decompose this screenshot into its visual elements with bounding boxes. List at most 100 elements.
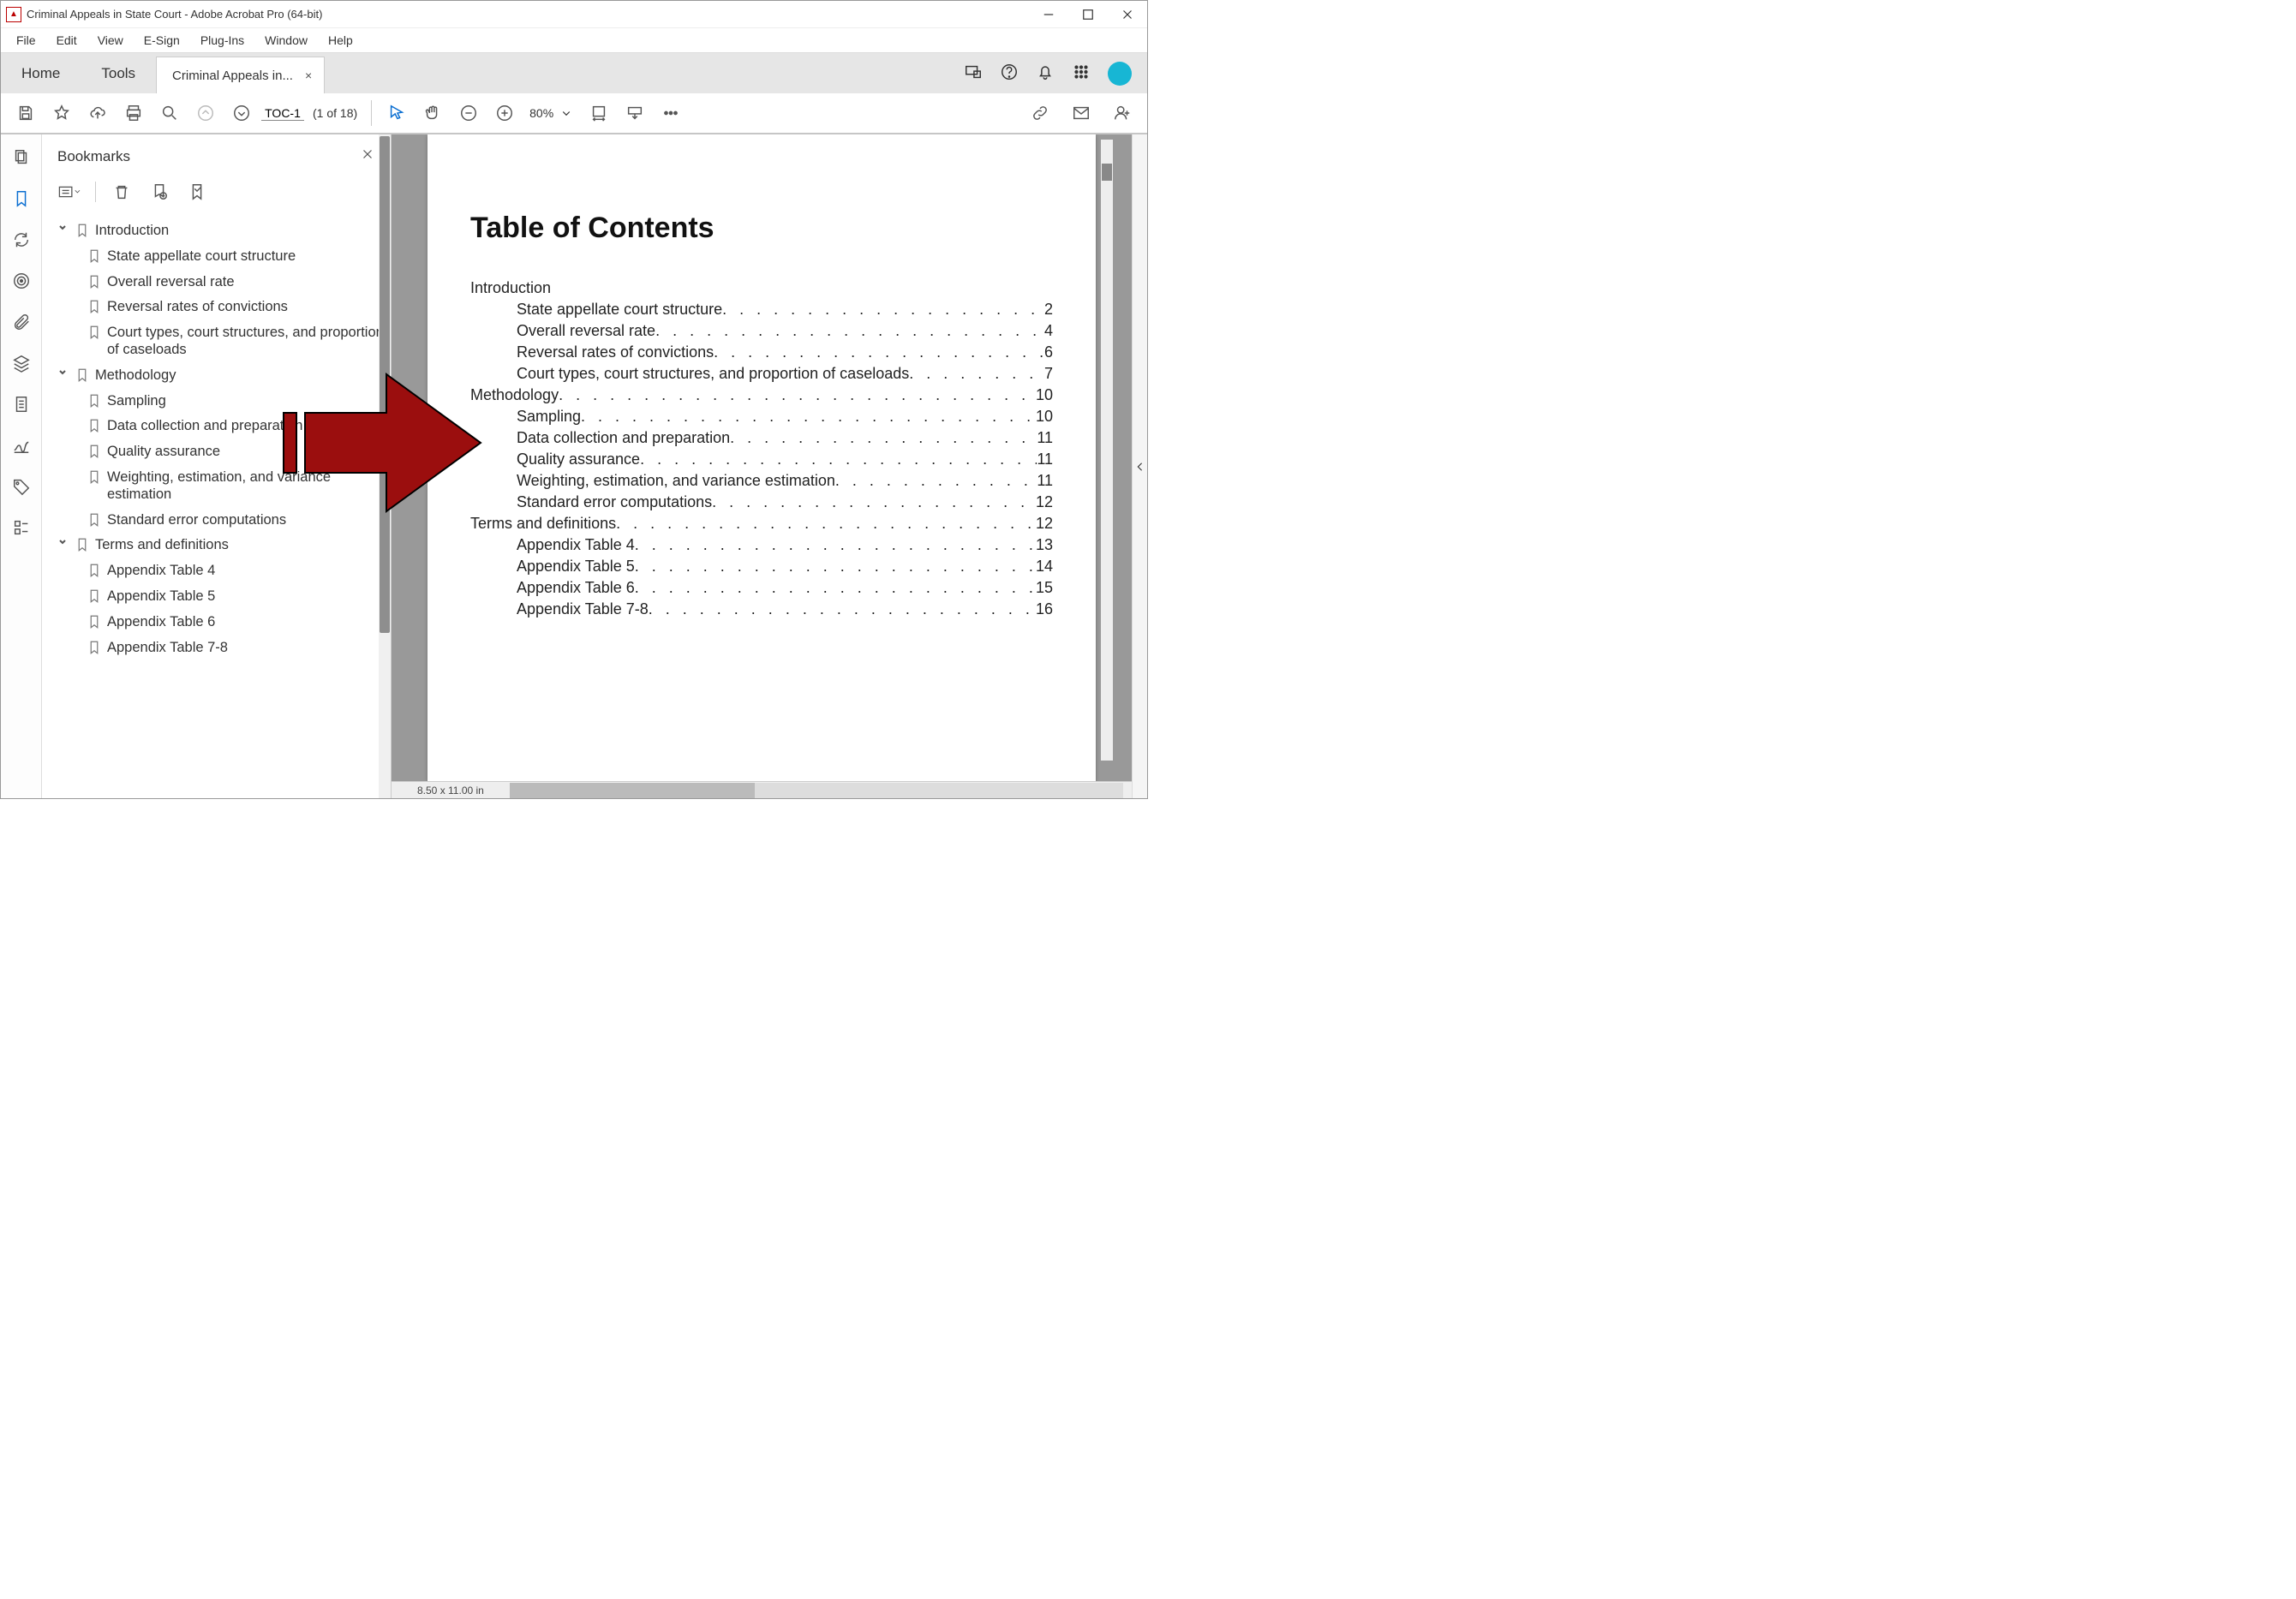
toc-entry[interactable]: Terms and definitions . . . . . . . . . …	[470, 515, 1053, 533]
document-vertical-scrollbar-thumb[interactable]	[1102, 164, 1112, 181]
read-mode-icon[interactable]	[619, 97, 651, 129]
share-devices-icon[interactable]	[964, 63, 983, 84]
bookmark-child[interactable]: Sampling	[87, 389, 386, 415]
delete-bookmark-icon[interactable]	[110, 180, 134, 204]
bookmark-child[interactable]: Court types, court structures, and propo…	[87, 320, 386, 363]
toc-entry[interactable]: Overall reversal rate . . . . . . . . . …	[470, 322, 1053, 340]
page-number-input[interactable]	[261, 106, 304, 121]
zoom-out-icon[interactable]	[452, 97, 485, 129]
bookmark-label[interactable]: Weighting, estimation, and variance esti…	[107, 469, 386, 504]
bookmark-child[interactable]: Overall reversal rate	[87, 270, 386, 295]
bookmark-label[interactable]: Terms and definitions	[95, 537, 229, 554]
bookmark-label[interactable]: Overall reversal rate	[107, 274, 235, 291]
find-bookmark-icon[interactable]	[185, 180, 209, 204]
toc-entry[interactable]: Standard error computations . . . . . . …	[470, 493, 1053, 511]
bookmarks-panel-icon[interactable]	[9, 186, 34, 212]
signatures-panel-icon[interactable]	[9, 433, 34, 458]
minimize-button[interactable]	[1029, 3, 1068, 26]
layers-panel-icon[interactable]	[9, 350, 34, 376]
bookmark-label[interactable]: Appendix Table 5	[107, 588, 215, 606]
document-tab-close[interactable]: ×	[302, 67, 315, 84]
help-icon[interactable]	[1000, 63, 1019, 84]
toc-entry[interactable]: Appendix Table 4 . . . . . . . . . . . .…	[470, 536, 1053, 554]
bookmark-child[interactable]: Weighting, estimation, and variance esti…	[87, 465, 386, 508]
toc-entry[interactable]: Reversal rates of convictions . . . . . …	[470, 343, 1053, 361]
bookmark-label[interactable]: Appendix Table 6	[107, 614, 215, 631]
bookmarks-tree[interactable]: Introduction State appellate court struct…	[42, 215, 391, 798]
bookmark-child[interactable]: Appendix Table 6	[87, 610, 386, 635]
toc-entry[interactable]: Introduction	[470, 279, 1053, 297]
bookmark-label[interactable]: Appendix Table 7-8	[107, 640, 228, 657]
bookmark-child[interactable]: Appendix Table 4	[87, 558, 386, 584]
toc-entry[interactable]: Methodology . . . . . . . . . . . . . . …	[470, 386, 1053, 404]
target-icon[interactable]	[9, 268, 34, 294]
bookmark-label[interactable]: Standard error computations	[107, 512, 286, 529]
toc-entry[interactable]: Quality assurance . . . . . . . . . . . …	[470, 450, 1053, 468]
print-icon[interactable]	[117, 97, 150, 129]
toc-entry[interactable]: Appendix Table 6 . . . . . . . . . . . .…	[470, 579, 1053, 597]
bookmark-child[interactable]: Standard error computations	[87, 508, 386, 534]
zoom-in-icon[interactable]	[488, 97, 521, 129]
link-share-icon[interactable]	[1024, 97, 1056, 129]
menu-window[interactable]: Window	[254, 30, 318, 51]
menu-esign[interactable]: E-Sign	[134, 30, 190, 51]
hand-tool-icon[interactable]	[416, 97, 449, 129]
bookmark-child[interactable]: Appendix Table 5	[87, 584, 386, 610]
toc-entry[interactable]: Sampling . . . . . . . . . . . . . . . .…	[470, 408, 1053, 426]
bookmark-twisty[interactable]	[56, 223, 69, 236]
bookmark-twisty[interactable]	[56, 367, 69, 380]
bookmark-label[interactable]: Sampling	[107, 393, 166, 410]
close-bookmarks-panel[interactable]	[360, 146, 375, 166]
save-icon[interactable]	[9, 97, 42, 129]
selection-tool-icon[interactable]	[380, 97, 413, 129]
bookmark-label[interactable]: Reversal rates of convictions	[107, 299, 288, 316]
share-people-icon[interactable]	[1106, 97, 1139, 129]
search-icon[interactable]	[153, 97, 186, 129]
menu-file[interactable]: File	[6, 30, 46, 51]
home-tab[interactable]: Home	[1, 53, 81, 93]
bookmark-label[interactable]: Data collection and preparation	[107, 418, 302, 435]
bookmarks-scrollbar[interactable]	[379, 134, 391, 798]
toc-entry[interactable]: Weighting, estimation, and variance esti…	[470, 472, 1053, 490]
tools-tab[interactable]: Tools	[81, 53, 156, 93]
bookmark-label[interactable]: Quality assurance	[107, 444, 220, 461]
toc-entry[interactable]: Court types, court structures, and propo…	[470, 365, 1053, 383]
toc-entry[interactable]: Data collection and preparation . . . . …	[470, 429, 1053, 447]
bookmark-parent[interactable]: Methodology	[51, 363, 386, 389]
fit-width-icon[interactable]	[583, 97, 615, 129]
menu-help[interactable]: Help	[318, 30, 363, 51]
document-vertical-scrollbar[interactable]	[1101, 140, 1113, 761]
document-canvas[interactable]: Table of Contents IntroductionState appe…	[392, 134, 1132, 781]
apps-grid-icon[interactable]	[1072, 63, 1091, 84]
new-bookmark-icon[interactable]	[147, 180, 171, 204]
toc-entry[interactable]: Appendix Table 5 . . . . . . . . . . . .…	[470, 558, 1053, 576]
thumbnails-panel-icon[interactable]	[9, 145, 34, 170]
zoom-level-dropdown[interactable]: 80%	[524, 105, 579, 121]
bookmarks-scrollbar-thumb[interactable]	[380, 136, 390, 633]
bookmark-parent[interactable]: Terms and definitions	[51, 533, 386, 558]
bookmark-label[interactable]: Introduction	[95, 223, 169, 240]
bookmark-label[interactable]: Appendix Table 4	[107, 563, 215, 580]
bookmark-twisty[interactable]	[56, 537, 69, 550]
bookmark-label[interactable]: Court types, court structures, and propo…	[107, 325, 386, 359]
email-icon[interactable]	[1065, 97, 1097, 129]
cloud-upload-icon[interactable]	[81, 97, 114, 129]
document-tab[interactable]: Criminal Appeals in... ×	[156, 57, 325, 93]
bookmark-parent[interactable]: Introduction	[51, 218, 386, 244]
toc-entry[interactable]: Appendix Table 7-8 . . . . . . . . . . .…	[470, 600, 1053, 618]
bookmark-child[interactable]: Data collection and preparation	[87, 414, 386, 439]
bookmarks-options-icon[interactable]	[57, 180, 81, 204]
more-tools-icon[interactable]	[655, 97, 687, 129]
bookmark-child[interactable]: State appellate court structure	[87, 244, 386, 270]
prev-page-icon[interactable]	[189, 97, 222, 129]
bookmark-child[interactable]: Appendix Table 7-8	[87, 635, 386, 661]
toc-entry[interactable]: State appellate court structure . . . . …	[470, 301, 1053, 319]
attachments-panel-icon[interactable]	[9, 309, 34, 335]
maximize-button[interactable]	[1068, 3, 1108, 26]
order-panel-icon[interactable]	[9, 515, 34, 540]
right-tools-collapse[interactable]	[1132, 134, 1147, 798]
bookmark-child[interactable]: Reversal rates of convictions	[87, 295, 386, 320]
tags-panel-icon[interactable]	[9, 474, 34, 499]
star-icon[interactable]	[45, 97, 78, 129]
document-horizontal-scrollbar[interactable]	[510, 783, 1123, 798]
